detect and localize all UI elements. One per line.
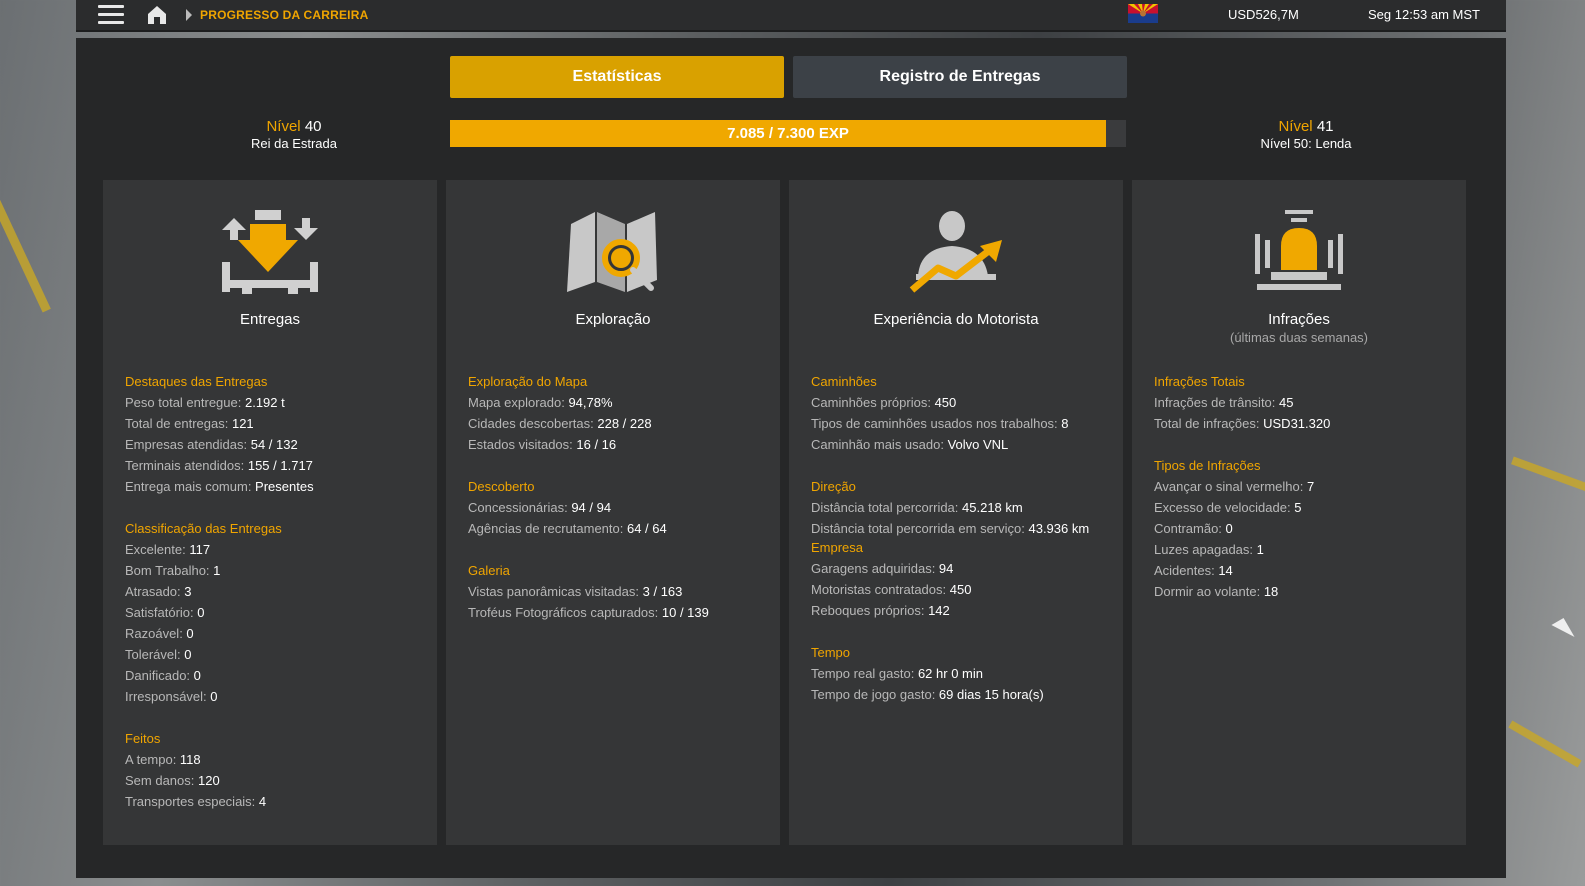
card-title: Exploração xyxy=(575,311,651,328)
stat-row: Irresponsável: 0 xyxy=(125,689,218,704)
stat-row: Garagens adquiridas: 94 xyxy=(811,561,954,576)
home-icon[interactable] xyxy=(146,4,168,26)
driver-experience-stats: Caminhões Caminhões próprios: 450 Tipos … xyxy=(811,371,1111,705)
stat-row: Reboques próprios: 142 xyxy=(811,603,950,618)
floor-line-right-2 xyxy=(1508,720,1582,768)
deliveries-stats: Destaques das Entregas Peso total entreg… xyxy=(125,371,425,812)
driver-experience-card: Experiência do Motorista Caminhões Camin… xyxy=(789,180,1123,845)
card-subtitle: (últimas duas semanas) xyxy=(1230,330,1368,345)
tab-deliveries-log[interactable]: Registro de Entregas xyxy=(793,56,1127,98)
next-level-label: Nível xyxy=(1278,118,1313,135)
stat-row: Bom Trabalho: 1 xyxy=(125,563,221,578)
stat-row: Infrações de trânsito: 45 xyxy=(1154,395,1294,410)
xp-progress-text: 7.085 / 7.300 EXP xyxy=(727,125,849,142)
deliveries-card: Entregas Destaques das Entregas Peso tot… xyxy=(103,180,437,845)
stat-row: Tempo real gasto: 62 hr 0 min xyxy=(811,666,983,681)
section-heading: Galeria xyxy=(468,563,510,578)
top-bar: PROGRESSO DA CARREIRA USD526,7M Seg 12:5… xyxy=(76,0,1506,32)
infractions-card: Infrações (últimas duas semanas) Infraçõ… xyxy=(1132,180,1466,845)
section-heading: Direção xyxy=(811,479,856,494)
stat-row: Caminhões próprios: 450 xyxy=(811,395,957,410)
career-progress-panel: Estatísticas Registro de Entregas Nível … xyxy=(76,38,1506,878)
exploration-card: Exploração Exploração do Mapa Mapa explo… xyxy=(446,180,780,845)
current-level-label: Nível xyxy=(266,118,301,135)
deliveries-icon xyxy=(222,210,318,294)
section-heading: Tipos de Infrações xyxy=(1154,458,1261,473)
next-level-title: Nível 50: Lenda xyxy=(1260,136,1352,151)
card-title: Infrações xyxy=(1268,311,1330,328)
stat-row: Entrega mais comum: Presentes xyxy=(125,479,314,494)
stat-row: Peso total entregue: 2.192 t xyxy=(125,395,285,410)
floor-line-right xyxy=(1511,456,1585,492)
current-level-value: 40 xyxy=(304,118,322,135)
stat-row: Sem danos: 120 xyxy=(125,773,220,788)
section-heading: Tempo xyxy=(811,645,851,660)
section-heading: Feitos xyxy=(125,731,161,746)
stat-row: Danificado: 0 xyxy=(125,668,201,683)
stat-row: Troféus Fotográficos capturados: 10 / 13… xyxy=(468,605,709,620)
stat-row: Razoável: 0 xyxy=(125,626,194,641)
stat-row: Distância total percorrida: 45.218 km xyxy=(811,500,1023,515)
stat-row: Luzes apagadas: 1 xyxy=(1154,542,1264,557)
arizona-flag-icon xyxy=(1128,4,1158,23)
stat-row: Excelente: 117 xyxy=(125,542,211,557)
stat-row: Tipos de caminhões usados nos trabalhos:… xyxy=(811,416,1069,431)
floor-line-left xyxy=(0,127,51,313)
section-heading: Descoberto xyxy=(468,479,535,494)
mouse-cursor xyxy=(1551,617,1575,645)
stat-row: Caminhão mais usado: Volvo VNL xyxy=(811,437,1009,452)
stat-row: Avançar o sinal vermelho: 7 xyxy=(1154,479,1315,494)
stat-row: Estados visitados: 16 / 16 xyxy=(468,437,617,452)
stat-row: Terminais atendidos: 155 / 1.717 xyxy=(125,458,313,473)
stat-row: Dormir ao volante: 18 xyxy=(1154,584,1279,599)
stat-row: Excesso de velocidade: 5 xyxy=(1154,500,1302,515)
money-balance: USD526,7M xyxy=(1228,7,1299,22)
stat-row: Total de infrações: USD31.320 xyxy=(1154,416,1331,431)
infractions-stats: Infrações Totais Infrações de trânsito: … xyxy=(1154,371,1454,602)
stat-row: Tolerável: 0 xyxy=(125,647,192,662)
stat-row: Satisfatório: 0 xyxy=(125,605,205,620)
card-title: Experiência do Motorista xyxy=(873,311,1039,328)
driver-progress-icon xyxy=(909,211,1002,293)
stat-row: Total de entregas: 121 xyxy=(125,416,254,431)
stat-row: Mapa explorado: 94,78% xyxy=(468,395,613,410)
stat-row: Contramão: 0 xyxy=(1154,521,1233,536)
current-level-title: Rei da Estrada xyxy=(251,136,337,151)
stat-row: Empresas atendidas: 54 / 132 xyxy=(125,437,298,452)
exploration-stats: Exploração do Mapa Mapa explorado: 94,78… xyxy=(468,371,768,623)
stat-row: Motoristas contratados: 450 xyxy=(811,582,972,597)
stat-row: A tempo: 118 xyxy=(125,752,201,767)
next-level-value: 41 xyxy=(1316,118,1334,135)
section-heading: Exploração do Mapa xyxy=(468,374,588,389)
card-title: Entregas xyxy=(239,311,301,328)
menu-icon[interactable] xyxy=(98,5,124,25)
stat-row: Atrasado: 3 xyxy=(125,584,192,599)
xp-progress-bar: 7.085 / 7.300 EXP xyxy=(450,120,1126,147)
next-level: Nível 41 Nível 50: Lenda xyxy=(1220,118,1392,151)
breadcrumb[interactable]: PROGRESSO DA CARREIRA xyxy=(200,8,368,22)
beacon-light-icon xyxy=(1255,210,1343,290)
stat-row: Concessionárias: 94 / 94 xyxy=(468,500,612,515)
stat-row: Agências de recrutamento: 64 / 64 xyxy=(468,521,667,536)
stat-row: Tempo de jogo gasto: 69 dias 15 hora(s) xyxy=(811,687,1044,702)
section-heading: Empresa xyxy=(811,540,864,555)
current-level: Nível 40 Rei da Estrada xyxy=(208,118,380,151)
chevron-right-icon xyxy=(186,9,192,21)
tab-statistics[interactable]: Estatísticas xyxy=(450,56,784,98)
stat-row: Vistas panorâmicas visitadas: 3 / 163 xyxy=(468,584,683,599)
section-heading: Classificação das Entregas xyxy=(125,521,282,536)
stat-row: Cidades descobertas: 228 / 228 xyxy=(468,416,652,431)
map-search-icon xyxy=(567,212,657,292)
game-clock: Seg 12:53 am MST xyxy=(1368,7,1480,22)
stat-row: Transportes especiais: 4 xyxy=(125,794,267,809)
section-heading: Destaques das Entregas xyxy=(125,374,268,389)
section-heading: Caminhões xyxy=(811,374,877,389)
stat-row: Distância total percorrida em serviço: 4… xyxy=(811,521,1090,536)
stat-row: Acidentes: 14 xyxy=(1154,563,1233,578)
section-heading: Infrações Totais xyxy=(1154,374,1245,389)
